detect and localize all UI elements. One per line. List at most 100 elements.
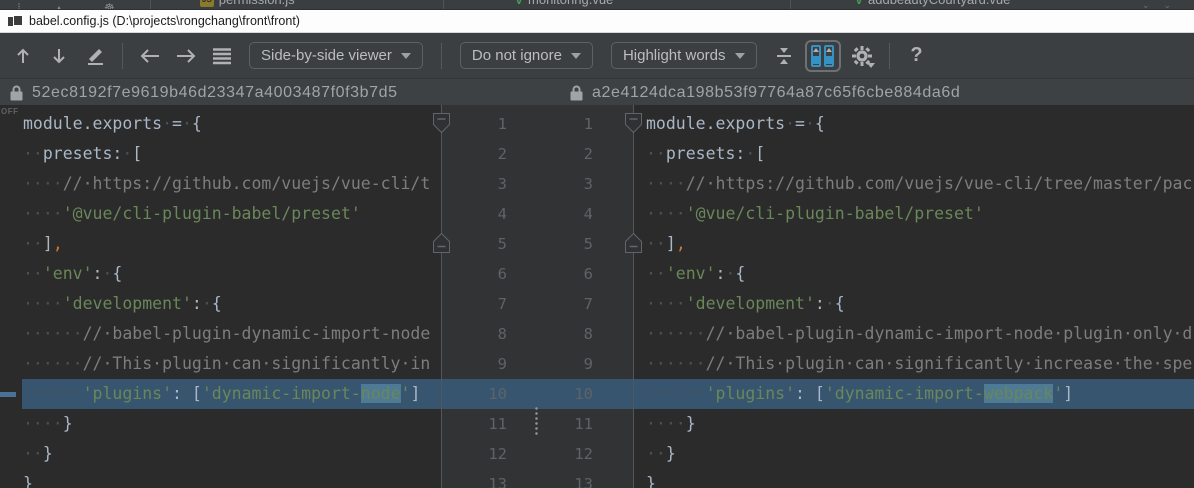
- code-line[interactable]: ····'development':·{: [0, 289, 441, 319]
- code-line[interactable]: ··}: [633, 439, 1194, 469]
- left-line-number: 8: [447, 319, 507, 349]
- next-change-button[interactable]: [44, 41, 74, 71]
- code-line[interactable]: module.exports·=·{: [0, 109, 441, 139]
- code-line[interactable]: ······//·babel-plugin-dynamic-import-nod…: [0, 319, 441, 349]
- code-line[interactable]: ····}: [0, 409, 441, 439]
- gutter-row: 11: [441, 109, 633, 139]
- code-segment-ws: ·: [725, 264, 735, 283]
- vue-file-icon: V: [515, 0, 523, 7]
- editor-tab[interactable]: JSpermission.js: [200, 0, 295, 7]
- code-segment-def: =: [795, 114, 805, 133]
- code-line[interactable]: }: [0, 469, 441, 488]
- code-segment-def: {: [192, 114, 202, 133]
- viewer-mode-dropdown[interactable]: Side-by-side viewer: [249, 42, 423, 69]
- code-line[interactable]: ··'env':·{: [633, 259, 1194, 289]
- previous-change-button[interactable]: [8, 41, 38, 71]
- code-segment-def: }: [23, 474, 33, 488]
- code-segment-def: presets:: [43, 144, 122, 163]
- right-revision-hash[interactable]: a2e4124dca198b53f97764a87c65f6cbe884da6d: [592, 84, 960, 102]
- code-segment-def: ]: [1063, 384, 1073, 403]
- splitter-drag-handle[interactable]: [534, 406, 539, 436]
- code-line[interactable]: ······'plugins':·['dynamic-import-node']: [0, 379, 441, 409]
- code-line[interactable]: ····'@vue/cli-plugin-babel/preset': [633, 199, 1194, 229]
- right-line-number: 12: [527, 439, 593, 469]
- code-line[interactable]: ······'plugins':·['dynamic-import-webpac…: [633, 379, 1194, 409]
- code-segment-def: =: [172, 114, 182, 133]
- code-line[interactable]: }: [633, 469, 1194, 488]
- toolbar-separator: [122, 43, 123, 69]
- right-line-number: 13: [527, 469, 593, 488]
- code-line[interactable]: ······//·This·plugin·can·significantly·i…: [0, 349, 441, 379]
- help-button[interactable]: ?: [902, 41, 932, 71]
- code-segment-def: {: [835, 294, 845, 313]
- code-line[interactable]: ··'env':·{: [0, 259, 441, 289]
- code-segment-str: 'development': [63, 294, 192, 313]
- code-line[interactable]: ··presets:·[: [633, 139, 1194, 169]
- code-segment-ws: ····: [646, 174, 686, 193]
- code-segment-def: }: [43, 444, 53, 463]
- fold-region-start-icon[interactable]: [432, 112, 451, 134]
- whitespace-ignore-dropdown[interactable]: Do not ignore: [460, 42, 593, 69]
- code-line[interactable]: ······//·babel-plugin-dynamic-import-nod…: [633, 319, 1194, 349]
- code-segment-str: 'env': [666, 264, 716, 283]
- code-segment-def: :: [716, 264, 726, 283]
- code-segment-ws: ····: [646, 294, 686, 313]
- code-line[interactable]: ····}: [633, 409, 1194, 439]
- left-revision-hash[interactable]: 52ec8192f7e9619b46d23347a4003487f0f3b7d5: [32, 84, 398, 102]
- left-editor-pane[interactable]: module.exports·=·{··presets:·[····//·htt…: [0, 105, 441, 488]
- code-line[interactable]: ······//·This·plugin·can·significantly·i…: [633, 349, 1194, 379]
- lock-icon: [10, 85, 23, 101]
- code-segment-def: ]: [410, 384, 420, 403]
- code-segment-comma: ,: [53, 234, 63, 253]
- highlight-mode-dropdown[interactable]: Highlight words: [611, 42, 757, 69]
- tab-separator: [790, 0, 791, 10]
- code-line[interactable]: ····'development':·{: [633, 289, 1194, 319]
- code-line[interactable]: ··presets:·[: [0, 139, 441, 169]
- code-line[interactable]: ··],: [0, 229, 441, 259]
- download-arrow-icon[interactable]: ⇣: [14, 2, 24, 10]
- code-segment-str: 'dynamic-import-: [825, 384, 984, 403]
- collapse-triangle-icon[interactable]: ▴: [56, 2, 62, 10]
- edit-pencil-icon[interactable]: [80, 41, 110, 71]
- code-segment-ws: ····: [646, 204, 686, 223]
- code-segment-def: }: [646, 474, 656, 488]
- go-forward-button[interactable]: [171, 41, 201, 71]
- fold-region-end-icon[interactable]: [624, 232, 643, 254]
- right-editor-pane[interactable]: module.exports·=·{··presets:·[····//·htt…: [633, 105, 1194, 488]
- code-segment-com: //·https://github.com/vuejs/vue-cli/t: [63, 174, 431, 193]
- fold-region-end-icon[interactable]: [432, 232, 451, 254]
- collapse-unchanged-button[interactable]: [769, 41, 799, 71]
- gutter-row: 1212: [441, 439, 633, 469]
- code-segment-com: //·babel-plugin-dynamic-import-node·plug…: [706, 324, 1193, 343]
- hamburger-menu-icon[interactable]: [207, 41, 237, 71]
- code-segment-com: //·This·plugin·can·significantly·in: [83, 354, 431, 373]
- editor-tab-label: addbeautyCourtyard.vue: [868, 0, 1010, 7]
- tab-overflow-icons[interactable]: ⌄⌄: [1142, 0, 1185, 10]
- code-line[interactable]: module.exports·=·{: [633, 109, 1194, 139]
- code-segment-ws: ··: [646, 234, 666, 253]
- code-segment-ws: ······: [646, 384, 706, 403]
- code-line[interactable]: ····//·https://github.com/vuejs/vue-cli/…: [633, 169, 1194, 199]
- revision-bar: 52ec8192f7e9619b46d23347a4003487f0f3b7d5…: [0, 78, 1194, 105]
- code-segment-def: ]: [43, 234, 53, 253]
- go-back-button[interactable]: [135, 41, 165, 71]
- gutter-row: 55: [441, 229, 633, 259]
- code-segment-ws: ·: [745, 144, 755, 163]
- fold-region-start-icon[interactable]: [624, 112, 643, 134]
- right-revision: a2e4124dca198b53f97764a87c65f6cbe884da6d: [570, 79, 960, 106]
- settings-gear-button[interactable]: [847, 41, 877, 71]
- whitespace-ignore-label: Do not ignore: [472, 47, 562, 64]
- settings-gear-small-icon[interactable]: ☸: [104, 2, 115, 10]
- right-line-number: 8: [527, 319, 593, 349]
- editor-tab[interactable]: VaddbeautyCourtyard.vue: [855, 0, 1010, 7]
- tab-separator: [443, 0, 444, 10]
- gutter-row: 88: [441, 319, 633, 349]
- editor-tab[interactable]: Vmonitoring.vue: [515, 0, 613, 7]
- synchronize-scrolling-toggle[interactable]: [805, 40, 841, 72]
- code-line[interactable]: ····//·https://github.com/vuejs/vue-cli/…: [0, 169, 441, 199]
- sync-bar-left-icon: [811, 45, 821, 67]
- code-line[interactable]: ··}: [0, 439, 441, 469]
- code-line[interactable]: ····'@vue/cli-plugin-babel/preset': [0, 199, 441, 229]
- code-segment-str: ': [1053, 384, 1063, 403]
- code-line[interactable]: ··],: [633, 229, 1194, 259]
